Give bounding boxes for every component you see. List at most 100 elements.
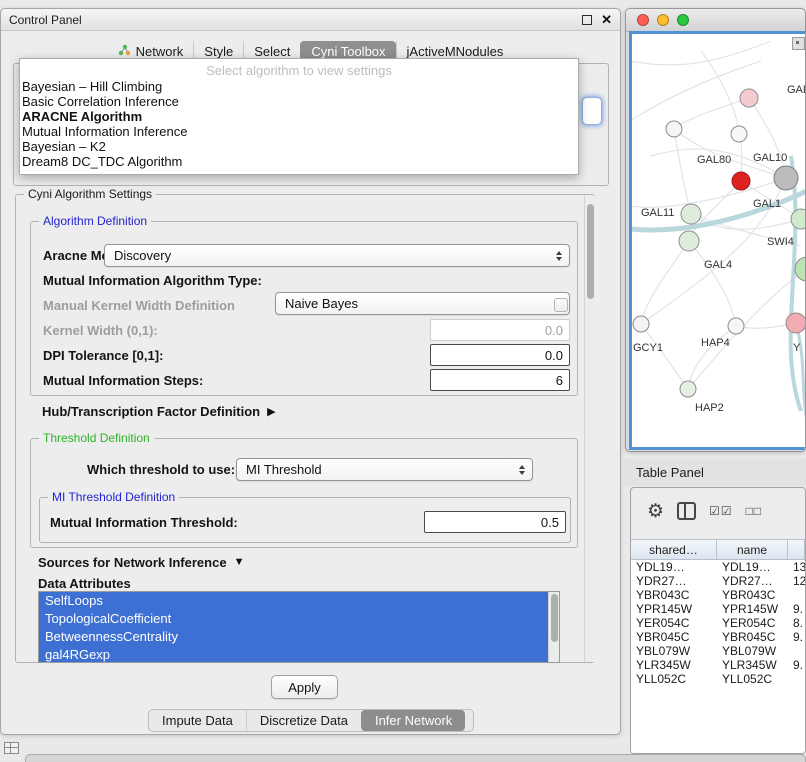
bottom-tab-discretize-data[interactable]: Discretize Data [246,710,361,731]
mi-threshold-field[interactable]: 0.5 [424,511,566,533]
table-cell [788,672,805,686]
network-edge[interactable] [688,326,736,389]
network-node[interactable] [786,313,806,333]
network-node[interactable] [633,316,649,332]
network-edge[interactable] [641,324,688,389]
network-svg[interactable]: GALGAL80GAL10GAL11GAL1SWI4GAL4GCY1HAP4YH… [632,34,806,447]
tab-label: jActiveMNodules [407,44,504,59]
hub-transcription-factor-section[interactable]: Hub/Transcription Factor Definition ▶ [42,401,276,421]
attributes-scrollbar[interactable] [548,592,559,662]
mi-steps-field[interactable]: 6 [430,369,570,391]
table-cell: YDL19… [631,560,717,574]
table-row[interactable]: YDL19…YDL19…13 [631,560,805,574]
node-label-gal: GAL [787,84,806,96]
hub-section-label: Hub/Transcription Factor Definition [42,404,260,419]
node-label-gal1: GAL1 [753,198,781,210]
dpi-tolerance-value: 0.0 [545,348,563,363]
zoom-light-icon[interactable] [677,14,689,26]
bottom-tab-infer-network[interactable]: Infer Network [361,710,465,731]
attributes-scrollbar-thumb[interactable] [551,594,558,642]
table-cell [788,644,805,658]
algorithm-option-bayesian-hill-climbing[interactable]: Bayesian – Hill Climbing [20,79,578,94]
bottom-tab-impute-data[interactable]: Impute Data [149,710,246,731]
network-node[interactable] [732,172,750,190]
control-panel-titlebar[interactable]: Control Panel ✕ [1,9,620,31]
combo-arrows-icon [519,465,525,475]
network-node[interactable] [731,126,747,142]
table-row[interactable]: YER054CYER054C8. [631,616,805,630]
table-row[interactable]: YBR043CYBR043C [631,588,805,602]
table-row[interactable]: YPR145WYPR145W9. [631,602,805,616]
network-node[interactable] [666,121,682,137]
close-icon[interactable]: ✕ [601,13,612,26]
kernel-width-field[interactable]: 0.0 [430,319,570,341]
network-edge[interactable] [749,98,786,178]
algorithm-option-dream8-dc-tdc-algorithm[interactable]: Dream8 DC_TDC Algorithm [20,154,578,169]
table-row[interactable]: YBR045CYBR045C9. [631,630,805,644]
minimized-table-icon[interactable] [4,742,19,754]
attribute-topologicalcoefficient[interactable]: TopologicalCoefficient [39,610,548,628]
network-edge[interactable] [632,61,761,121]
settings-scrollbar-thumb[interactable] [587,204,594,299]
algorithm-list: Bayesian – Hill ClimbingBasic Correlatio… [20,79,578,169]
tab-label: Cyni Toolbox [311,44,385,59]
deselect-all-checkboxes-icon[interactable]: □□ [746,504,763,518]
which-threshold-label: Which threshold to use: [87,458,235,481]
network-node[interactable] [680,381,696,397]
network-node[interactable] [795,257,806,281]
algorithm-option-bayesian-k2[interactable]: Bayesian – K2 [20,139,578,154]
network-window-titlebar[interactable] [626,9,805,32]
manual-kernel-width-checkbox[interactable] [554,298,568,312]
table-cell: 9. [788,602,805,616]
network-canvas[interactable]: GALGAL80GAL10GAL11GAL1SWI4GAL4GCY1HAP4YH… [629,31,806,450]
network-node[interactable] [740,89,758,107]
minimize-light-icon[interactable] [657,14,669,26]
network-node[interactable] [728,318,744,334]
attribute-gal4rgexp[interactable]: gal4RGexp [39,646,548,663]
attribute-betweennesscentrality[interactable]: BetweennessCentrality [39,628,548,646]
network-edge[interactable] [674,129,691,214]
algorithm-option-aracne-algorithm[interactable]: ARACNE Algorithm [20,109,578,124]
network-edge[interactable] [632,41,771,65]
select-all-checkboxes-icon[interactable]: ☑☑ [709,504,733,518]
table-row[interactable]: YLR345WYLR345W9. [631,658,805,672]
mi-algorithm-type-select[interactable]: Naive Bayes [275,292,570,315]
column-header-extra[interactable] [788,539,805,560]
network-node[interactable] [679,231,699,251]
apply-button[interactable]: Apply [271,675,338,699]
network-node[interactable] [791,209,806,229]
column-header-shared[interactable]: shared… [631,539,717,560]
network-node[interactable] [774,166,798,190]
columns-icon[interactable] [677,502,696,520]
gear-icon[interactable]: ⚙ [647,502,664,521]
threshold-definition-title: Threshold Definition [39,431,154,445]
aracne-mode-value: Discovery [114,248,171,263]
node-label-gal11: GAL11 [641,207,674,219]
network-node[interactable] [681,204,701,224]
algorithm-option-mutual-information-inference[interactable]: Mutual Information Inference [20,124,578,139]
sources-section-header[interactable]: Sources for Network Inference ▼ [38,553,244,571]
settings-scrollbar[interactable] [584,196,595,662]
table-toolbar: ⚙ ☑☑ □□ [631,490,805,532]
kernel-width-label: Kernel Width (0,1): [43,319,158,341]
algorithm-option-basic-correlation-inference[interactable]: Basic Correlation Inference [20,94,578,109]
bottom-panel-edge [25,754,806,762]
table-row[interactable]: YBL079WYBL079W [631,644,805,658]
table-row[interactable]: YLL052CYLL052C [631,672,805,686]
table-row[interactable]: YDR27…YDR27…12 [631,574,805,588]
which-threshold-select[interactable]: MI Threshold [236,458,533,481]
dpi-tolerance-label: DPI Tolerance [0,1]: [43,344,163,366]
attribute-selfloops[interactable]: SelfLoops [39,592,548,610]
network-navigator-icon[interactable] [792,37,805,50]
kernel-width-value: 0.0 [545,323,563,338]
network-edge[interactable] [641,241,689,324]
aracne-mode-select[interactable]: Discovery [104,244,570,267]
collapsed-arrow-icon: ▶ [267,405,275,418]
column-header-name[interactable]: name [717,539,788,560]
dpi-tolerance-field[interactable]: 0.0 [430,344,570,366]
close-light-icon[interactable] [637,14,649,26]
float-window-icon[interactable] [582,15,592,25]
focused-small-button[interactable] [582,97,602,125]
table-cell: YER054C [631,616,717,630]
tab-label: Style [204,44,233,59]
